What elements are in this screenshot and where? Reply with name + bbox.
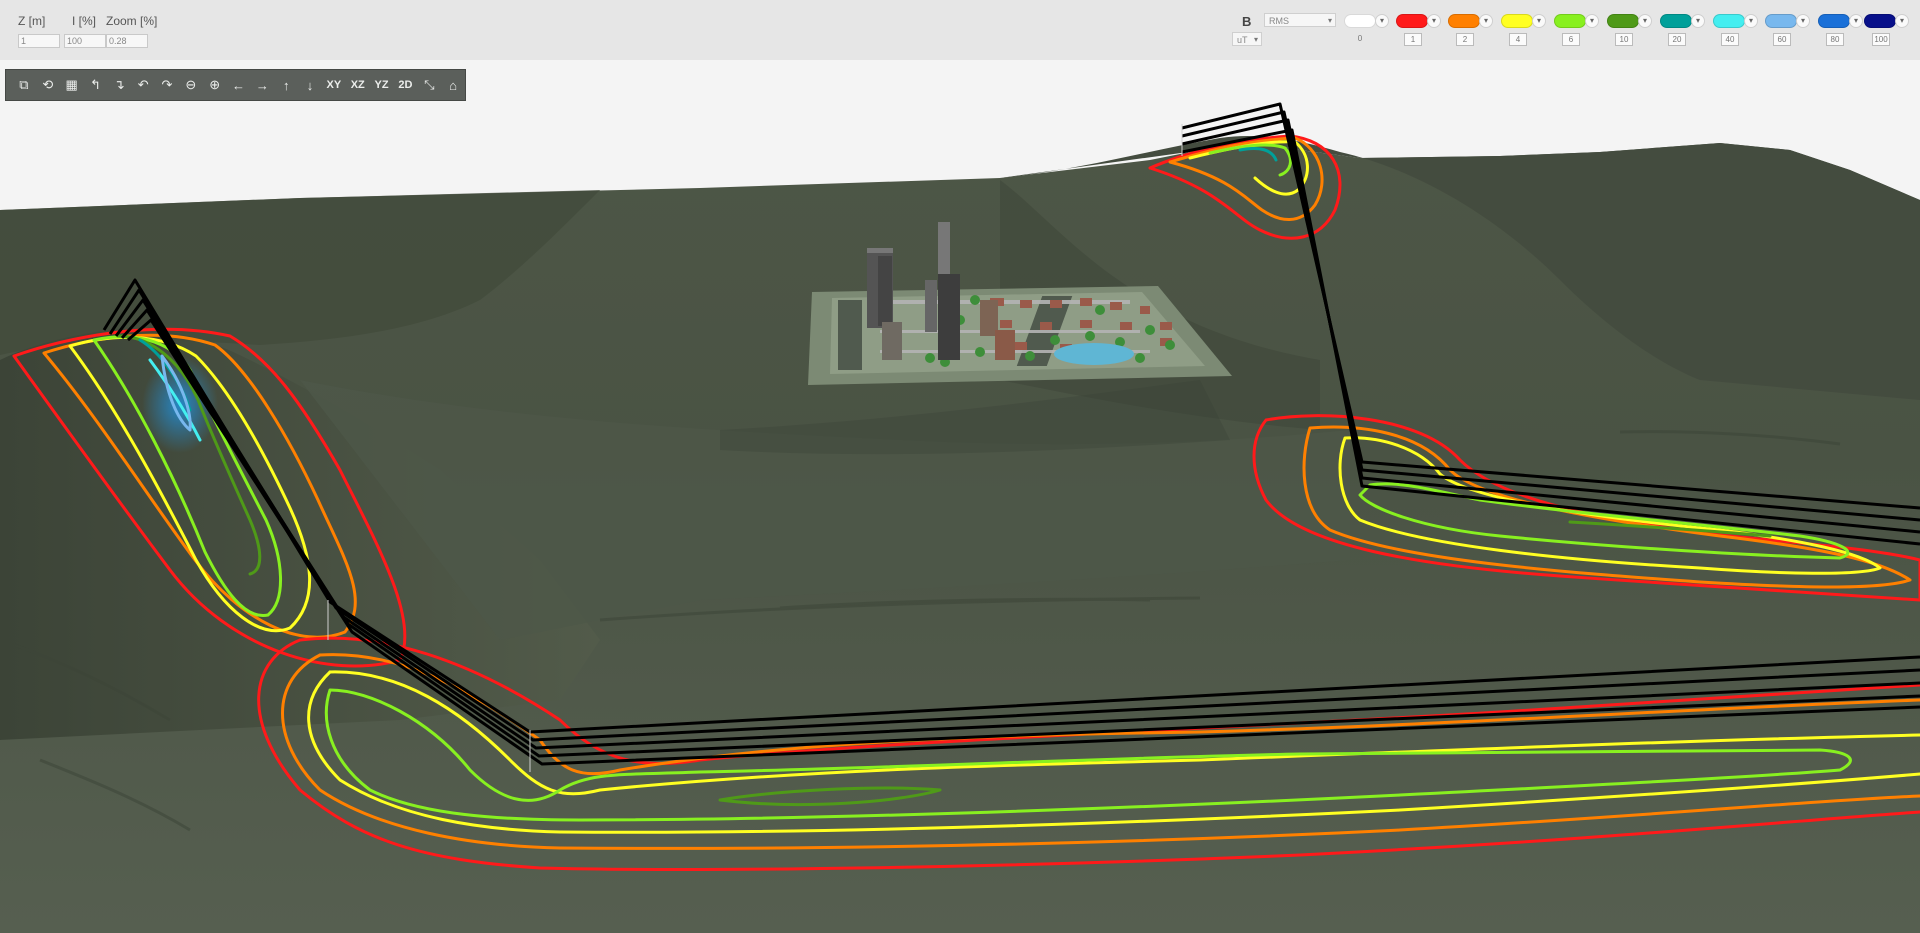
current-param: I [%] (64, 14, 106, 48)
mode-value: RMS (1269, 16, 1289, 26)
arrow-left-icon[interactable]: ← (227, 73, 251, 97)
legend-color-pill[interactable] (1713, 14, 1745, 28)
legend-color-3[interactable]: ▾ (1501, 14, 1547, 28)
legend-threshold[interactable]: 2 (1456, 33, 1474, 46)
rotate-left-up-icon[interactable]: ↰ (84, 73, 108, 97)
legend-color-5[interactable]: ▾ (1607, 14, 1653, 28)
view-2d-button[interactable]: 2D (394, 73, 418, 97)
chevron-down-icon[interactable]: ▾ (1895, 14, 1909, 28)
legend-threshold[interactable]: 6 (1562, 33, 1580, 46)
zoom-out-icon[interactable]: ⊖ (179, 73, 203, 97)
chevron-down-icon[interactable]: ▾ (1744, 14, 1758, 28)
legend-color-pill[interactable] (1660, 14, 1692, 28)
legend-color-8[interactable]: ▾ (1765, 14, 1811, 28)
chevron-down-icon[interactable]: ▾ (1585, 14, 1599, 28)
chevron-down-icon: ▾ (1327, 16, 1332, 25)
unit-value: uT (1237, 35, 1248, 45)
axes-icon[interactable]: ⤡ (417, 73, 441, 97)
grid-icon[interactable]: ▦ (60, 73, 84, 97)
redo-icon[interactable]: ↷ (155, 73, 179, 97)
legend-threshold: 0 (1357, 34, 1363, 43)
view-xz-button[interactable]: XZ (346, 73, 370, 97)
legend-threshold[interactable]: 80 (1826, 33, 1844, 46)
3d-viewport[interactable] (0, 60, 1920, 933)
arrow-up-icon[interactable]: ↑ (274, 73, 298, 97)
legend-color-2[interactable]: ▾ (1448, 14, 1494, 28)
z-param: Z [m] (18, 14, 60, 48)
legend-threshold[interactable]: 40 (1721, 33, 1739, 46)
field-label: B (1242, 14, 1252, 29)
chevron-down-icon[interactable]: ▾ (1638, 14, 1652, 28)
zoom-in-icon[interactable]: ⊕ (203, 73, 227, 97)
legend-threshold[interactable]: 10 (1615, 33, 1633, 46)
unit-select[interactable]: uT ▾ (1232, 32, 1262, 46)
chevron-down-icon[interactable]: ▾ (1375, 14, 1389, 28)
arrow-right-icon[interactable]: → (250, 73, 274, 97)
legend-color-pill[interactable] (1864, 14, 1896, 28)
zoom-input[interactable] (106, 34, 148, 48)
zoom-param: Zoom [%] (106, 14, 158, 48)
legend-color-pill[interactable] (1344, 14, 1376, 28)
legend-color-9[interactable]: ▾ (1818, 14, 1864, 28)
mode-select[interactable]: RMS ▾ (1264, 13, 1336, 27)
legend-color-1[interactable]: ▾ (1396, 14, 1442, 28)
legend-color-7[interactable]: ▾ (1713, 14, 1759, 28)
legend-color-10[interactable]: ▾ (1864, 14, 1910, 28)
z-label: Z [m] (18, 14, 46, 28)
home-view-icon[interactable]: ⌂ (441, 73, 465, 97)
chevron-down-icon[interactable]: ▾ (1479, 14, 1493, 28)
legend-color-0[interactable]: ▾ (1344, 14, 1390, 28)
legend-threshold[interactable]: 4 (1509, 33, 1527, 46)
terrain-scene[interactable] (0, 60, 1920, 933)
legend-color-6[interactable]: ▾ (1660, 14, 1706, 28)
undo-icon[interactable]: ↶ (131, 73, 155, 97)
legend-color-pill[interactable] (1607, 14, 1639, 28)
view-toolbar: ⧉ ⟲ ▦ ↰ ↴ ↶ ↷ ⊖ ⊕ ← → ↑ ↓ XY XZ YZ 2D ⤡ ⌂ (5, 69, 466, 101)
legend-color-pill[interactable] (1448, 14, 1480, 28)
chevron-down-icon[interactable]: ▾ (1849, 14, 1863, 28)
legend-color-pill[interactable] (1818, 14, 1850, 28)
chevron-down-icon[interactable]: ▾ (1796, 14, 1810, 28)
copy-icon[interactable]: ⧉ (12, 73, 36, 97)
legend-color-4[interactable]: ▾ (1554, 14, 1600, 28)
legend-color-pill[interactable] (1765, 14, 1797, 28)
chevron-down-icon[interactable]: ▾ (1532, 14, 1546, 28)
legend-threshold[interactable]: 100 (1872, 33, 1890, 46)
z-input[interactable] (18, 34, 60, 48)
current-label: I [%] (72, 14, 97, 28)
zoom-label: Zoom [%] (106, 14, 158, 28)
chevron-down-icon[interactable]: ▾ (1427, 14, 1441, 28)
legend-threshold[interactable]: 1 (1404, 33, 1422, 46)
legend-color-pill[interactable] (1396, 14, 1428, 28)
rotate-right-down-icon[interactable]: ↴ (107, 73, 131, 97)
arrow-down-icon[interactable]: ↓ (298, 73, 322, 97)
top-panel: Z [m] I [%] Zoom [%] B RMS ▾ uT ▾ ▾ 0 ▾ 1 ▾ 2 ▾ 4… (0, 0, 1920, 61)
current-input[interactable] (64, 34, 106, 48)
chevron-down-icon: ▾ (1253, 35, 1258, 44)
view-xy-button[interactable]: XY (322, 73, 346, 97)
legend-threshold[interactable]: 60 (1773, 33, 1791, 46)
legend-threshold[interactable]: 20 (1668, 33, 1686, 46)
view-yz-button[interactable]: YZ (370, 73, 394, 97)
legend-color-pill[interactable] (1554, 14, 1586, 28)
legend-color-pill[interactable] (1501, 14, 1533, 28)
clear-view-icon[interactable]: ⟲ (36, 73, 60, 97)
chevron-down-icon[interactable]: ▾ (1691, 14, 1705, 28)
